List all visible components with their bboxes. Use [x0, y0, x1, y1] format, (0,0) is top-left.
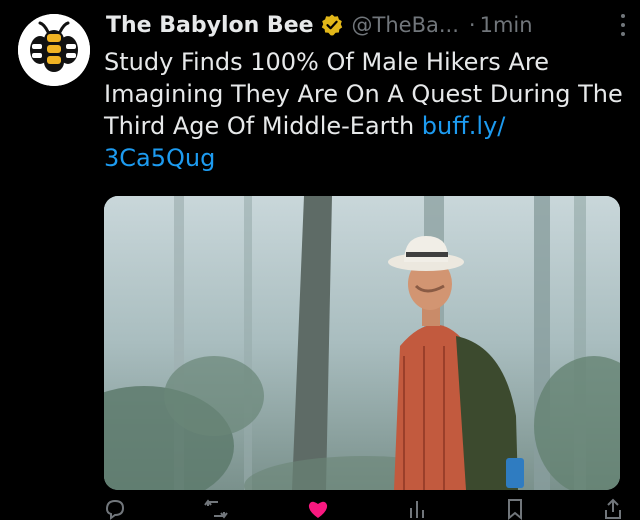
verified-badge-icon[interactable]: [320, 13, 344, 37]
retweet-icon: [203, 499, 228, 519]
share-icon: [604, 498, 621, 519]
tweet-actions-bar: [104, 498, 624, 520]
tweet-media-image[interactable]: [104, 196, 620, 490]
more-options-icon[interactable]: [620, 14, 626, 36]
babylon-bee-logo: [18, 14, 90, 86]
display-name[interactable]: The Babylon Bee: [106, 13, 314, 38]
views-button[interactable]: [406, 498, 428, 520]
timestamp[interactable]: 1min: [480, 13, 533, 37]
tweet-body: Study Finds 100% Of Male Hikers Are Imag…: [104, 48, 623, 140]
bookmark-icon: [508, 499, 523, 520]
share-button[interactable]: [602, 498, 624, 520]
tweet-link-part2[interactable]: 3Ca5Qug: [104, 144, 215, 172]
bookmark-button[interactable]: [505, 498, 525, 520]
tweet-text: Study Finds 100% Of Male Hikers Are Imag…: [104, 46, 624, 174]
like-icon: [308, 501, 327, 518]
avatar[interactable]: [18, 14, 90, 86]
tweet-header: The Babylon Bee @TheBa... · 1min: [106, 8, 626, 42]
like-button[interactable]: [306, 498, 330, 520]
retweet-button[interactable]: [203, 498, 229, 520]
hiker-in-misty-forest-image: [104, 196, 620, 490]
reply-button[interactable]: [104, 498, 126, 520]
separator-dot: ·: [468, 13, 476, 37]
tweet-link-part1[interactable]: buff.ly/: [422, 112, 506, 140]
reply-icon: [105, 499, 125, 520]
views-icon: [410, 501, 425, 518]
handle[interactable]: @TheBa...: [352, 13, 459, 37]
